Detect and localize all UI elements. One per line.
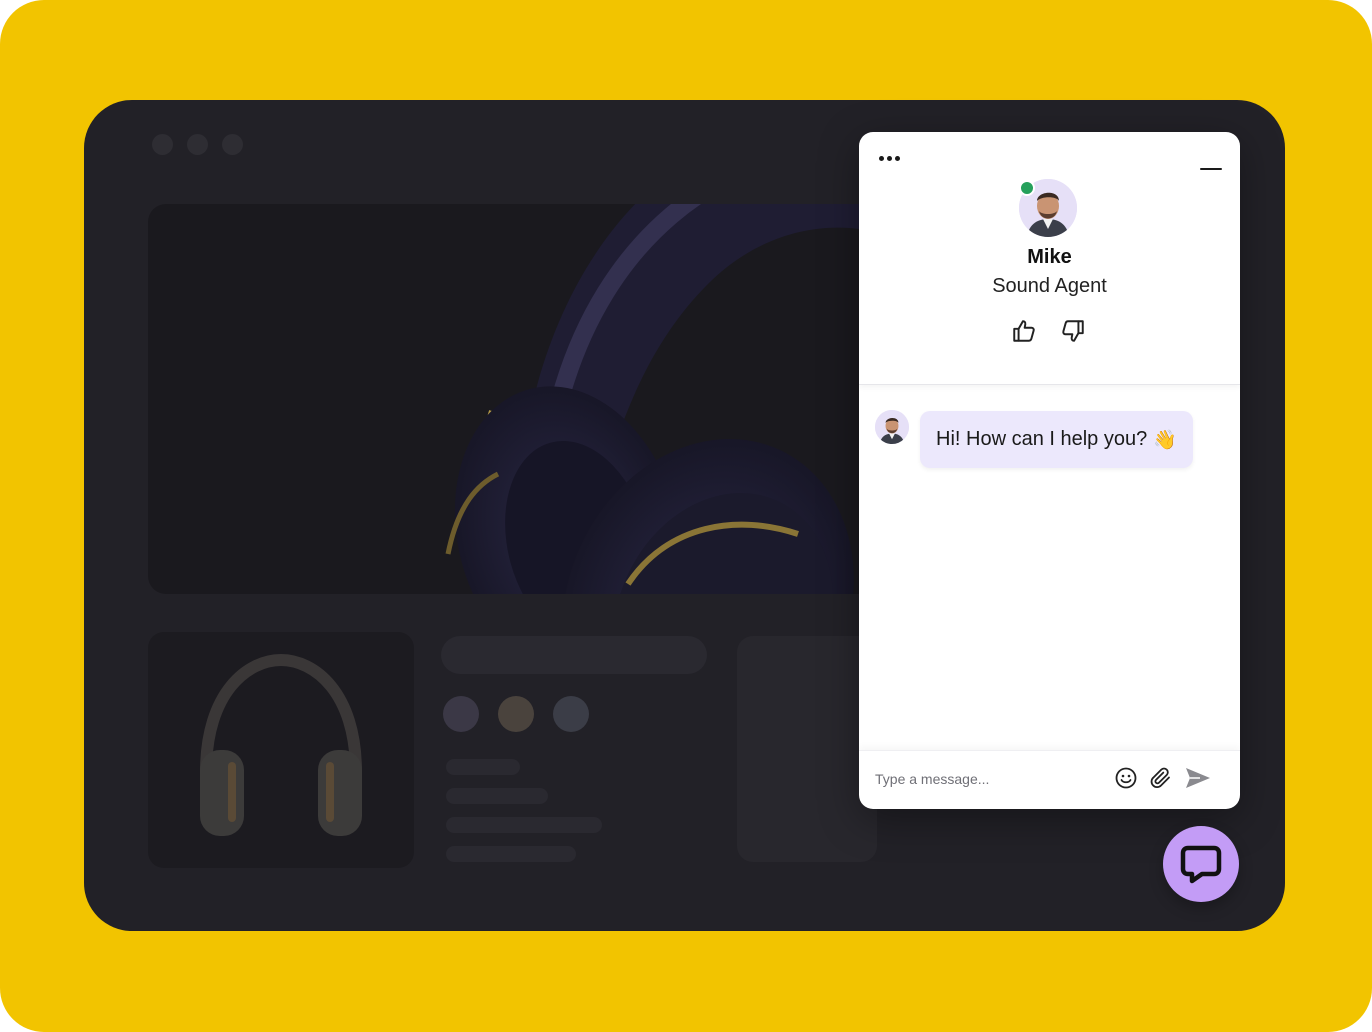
window-controls — [152, 134, 243, 155]
chat-launcher-icon — [1180, 845, 1222, 884]
hero-banner — [148, 204, 908, 594]
thumbs-up-icon[interactable] — [1011, 318, 1037, 344]
attach-icon[interactable] — [1149, 766, 1173, 790]
placeholder-title-bar — [441, 636, 707, 674]
minimize-icon[interactable] — [1200, 156, 1222, 170]
online-status-indicator — [1019, 180, 1035, 196]
window-dot — [152, 134, 173, 155]
send-icon[interactable] — [1184, 766, 1212, 790]
waving-hand-emoji: 👋 — [1153, 429, 1177, 451]
message-composer — [859, 750, 1240, 809]
color-swatch-2[interactable] — [498, 696, 534, 732]
agent-message-bubble: Hi! How can I help you? 👋 — [920, 411, 1193, 468]
color-swatch-3[interactable] — [553, 696, 589, 732]
placeholder-line — [446, 759, 520, 775]
message-text: Hi! How can I help you? — [936, 428, 1148, 450]
yellow-backdrop: Mike Sound Agent Hi! How can I help you?… — [0, 0, 1372, 1032]
chat-launcher-button[interactable] — [1163, 826, 1239, 902]
agent-name: Mike — [1027, 246, 1072, 268]
product-thumbnail — [148, 632, 414, 868]
window-dot — [187, 134, 208, 155]
emoji-icon[interactable] — [1114, 766, 1138, 790]
agent-role: Sound Agent — [992, 275, 1107, 297]
color-swatch-1[interactable] — [443, 696, 479, 732]
window-dot — [222, 134, 243, 155]
placeholder-line — [446, 817, 602, 833]
thumbs-down-icon[interactable] — [1060, 318, 1086, 344]
placeholder-line — [446, 788, 548, 804]
placeholder-line — [446, 846, 576, 862]
placeholder-card — [737, 636, 877, 862]
agent-avatar-small-icon — [875, 410, 909, 444]
chat-widget: Mike Sound Agent Hi! How can I help you?… — [859, 132, 1240, 809]
chat-header: Mike Sound Agent — [859, 132, 1240, 385]
message-avatar — [875, 410, 909, 444]
headphones-thumbnail-icon — [200, 653, 362, 836]
headphones-image — [445, 204, 908, 594]
message-input[interactable] — [873, 763, 1097, 795]
more-icon[interactable] — [877, 152, 902, 165]
